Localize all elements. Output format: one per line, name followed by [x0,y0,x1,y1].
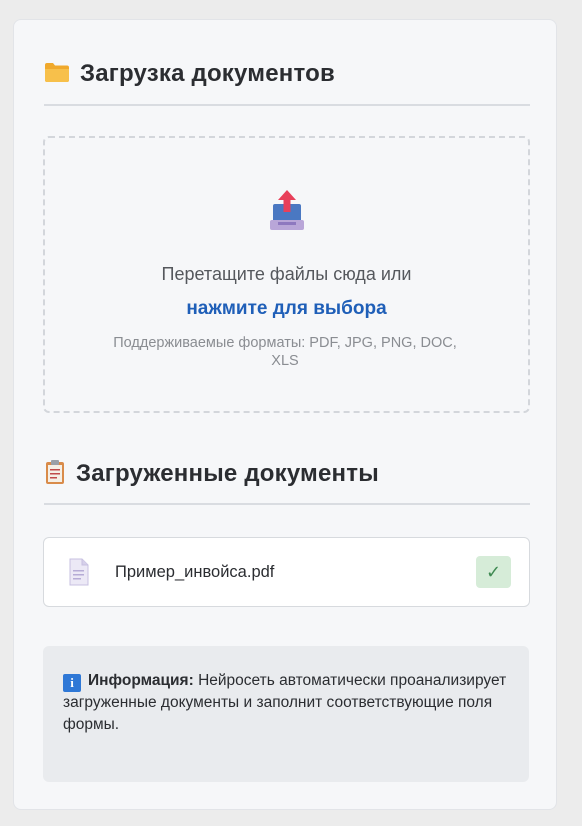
choose-file-link[interactable]: нажмите для выбора [45,298,528,320]
info-box: i Информация: Нейросеть автоматически про… [43,646,529,782]
dropzone-instruction: Перетащите файлы сюда или [161,264,412,284]
uploaded-file-item[interactable]: Пример_инвойса.pdf ✓ [43,537,530,607]
folder-icon [44,61,70,88]
clipboard-icon [44,459,66,490]
supported-formats-text: Поддерживаемые форматы: PDF, JPG, PNG, D… [113,335,457,369]
document-upload-panel: Загрузка документов Перетащите файлы сюд… [13,19,557,810]
upload-section-divider [44,104,530,106]
file-name: Пример_инвойса.pdf [115,562,275,581]
document-icon [68,558,90,586]
checkmark-icon: ✓ [476,556,511,588]
file-dropzone[interactable]: Перетащите файлы сюда или нажмите для вы… [43,136,530,413]
upload-section-header: Загрузка документов [44,56,530,92]
uploaded-section-header: Загруженные документы [44,456,530,492]
uploaded-section-divider [44,503,530,505]
uploaded-section-title: Загруженные документы [76,460,379,487]
info-label: Информация: [88,672,194,689]
info-icon: i [63,674,81,692]
upload-tray-icon [265,186,309,234]
upload-section-title: Загрузка документов [80,60,335,87]
